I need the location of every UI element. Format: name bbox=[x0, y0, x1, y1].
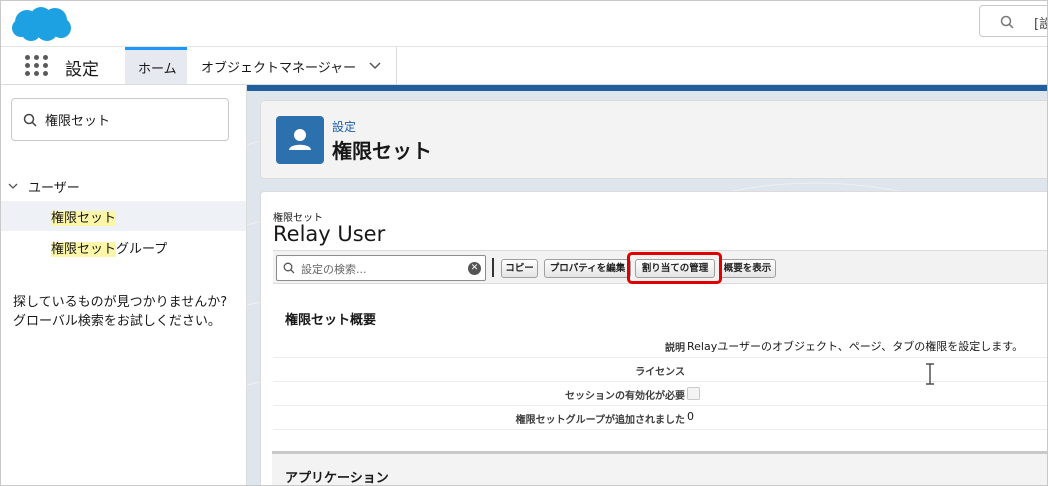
salesforce-logo-icon[interactable] bbox=[11, 6, 73, 42]
field-row-description: 説明 Relayユーザーのオブジェクト、ページ、タブの権限を設定します。 bbox=[273, 334, 1047, 358]
global-search-input[interactable]: [設 bbox=[979, 5, 1047, 37]
applications-section-header: アプリケーション bbox=[272, 451, 1047, 486]
page-title: 権限セット bbox=[332, 139, 432, 163]
detail-toolbar: ✕ コピー プロパティを編集 割り当ての管理 概要を表示 bbox=[273, 250, 1047, 284]
field-label: セッションの有効化が必要 bbox=[565, 391, 685, 402]
tab-home-label: ホーム bbox=[138, 62, 177, 77]
not-found-hint: 探しているものが見つかりませんか? グローバル検索をお試しください。 bbox=[13, 295, 228, 329]
text-cursor-icon bbox=[926, 363, 934, 385]
field-row-session-activation: セッションの有効化が必要 bbox=[273, 382, 1047, 406]
navigation-bar: 設定 ホーム オブジェクトマネージャー bbox=[1, 47, 1047, 85]
section-title: 権限セット概要 bbox=[285, 313, 377, 328]
search-icon bbox=[283, 262, 295, 274]
clear-icon[interactable]: ✕ bbox=[468, 262, 481, 275]
session-activation-checkbox bbox=[687, 387, 700, 400]
search-match-highlight: 権限セット bbox=[51, 242, 117, 257]
section-title: アプリケーション bbox=[285, 471, 389, 486]
edit-properties-button[interactable]: プロパティを編集 bbox=[544, 259, 631, 278]
app-window: [設 設定 ホーム オブジェクトマネージャー bbox=[0, 0, 1048, 486]
sidebar-item-permission-set-groups[interactable]: 権限セットグループ bbox=[1, 232, 246, 262]
record-title: Relay User bbox=[273, 222, 386, 246]
toolbar-separator bbox=[492, 258, 494, 277]
app-name: 設定 bbox=[65, 60, 99, 80]
field-value: Relayユーザーのオブジェクト、ページ、タブの権限を設定します。 bbox=[687, 340, 1024, 353]
search-icon bbox=[1000, 15, 1014, 29]
breadcrumb[interactable]: 設定 bbox=[332, 118, 356, 135]
tab-object-manager-label: オブジェクトマネージャー bbox=[201, 61, 357, 76]
permission-set-detail: 権限セット Relay User ✕ コピー プロパティを編集 割り当ての管理 … bbox=[260, 191, 1047, 485]
copy-button[interactable]: コピー bbox=[501, 259, 538, 278]
quick-find-value: 権限セット bbox=[45, 114, 111, 129]
chevron-down-icon bbox=[8, 183, 18, 189]
setup-search-input[interactable] bbox=[301, 261, 461, 277]
view-summary-button[interactable]: 概要を表示 bbox=[719, 259, 776, 278]
field-label: 権限セットグループが追加されました bbox=[515, 415, 685, 426]
sidebar-group-users[interactable]: ユーザー bbox=[1, 173, 246, 199]
field-label: 説明 bbox=[665, 343, 685, 354]
sidebar-item-permission-sets[interactable]: 権限セット bbox=[1, 201, 246, 231]
global-search-placeholder: [設 bbox=[1034, 17, 1047, 32]
chevron-down-icon[interactable] bbox=[368, 59, 382, 73]
field-label: ライセンス bbox=[635, 367, 685, 378]
search-icon bbox=[23, 113, 37, 127]
tab-home[interactable]: ホーム bbox=[125, 47, 187, 84]
global-header: [設 bbox=[1, 1, 1047, 47]
user-icon bbox=[276, 116, 324, 164]
page-header: 設定 権限セット bbox=[260, 100, 1047, 179]
setup-sidebar: 権限セット ユーザー 権限セット 権限セットグループ 探しているものが見つかりま… bbox=[1, 85, 247, 485]
tab-object-manager[interactable]: オブジェクトマネージャー bbox=[187, 47, 397, 84]
app-launcher-icon[interactable] bbox=[25, 55, 49, 77]
field-row-permission-set-groups: 権限セットグループが追加されました 0 bbox=[273, 406, 1047, 430]
sidebar-group-label: ユーザー bbox=[28, 181, 80, 196]
search-match-highlight: 権限セット bbox=[51, 211, 117, 226]
setup-search-field[interactable]: ✕ bbox=[276, 255, 486, 281]
field-value: 0 bbox=[687, 410, 694, 423]
quick-find-input[interactable]: 権限セット bbox=[11, 98, 229, 141]
callout-highlight-box bbox=[627, 252, 722, 284]
